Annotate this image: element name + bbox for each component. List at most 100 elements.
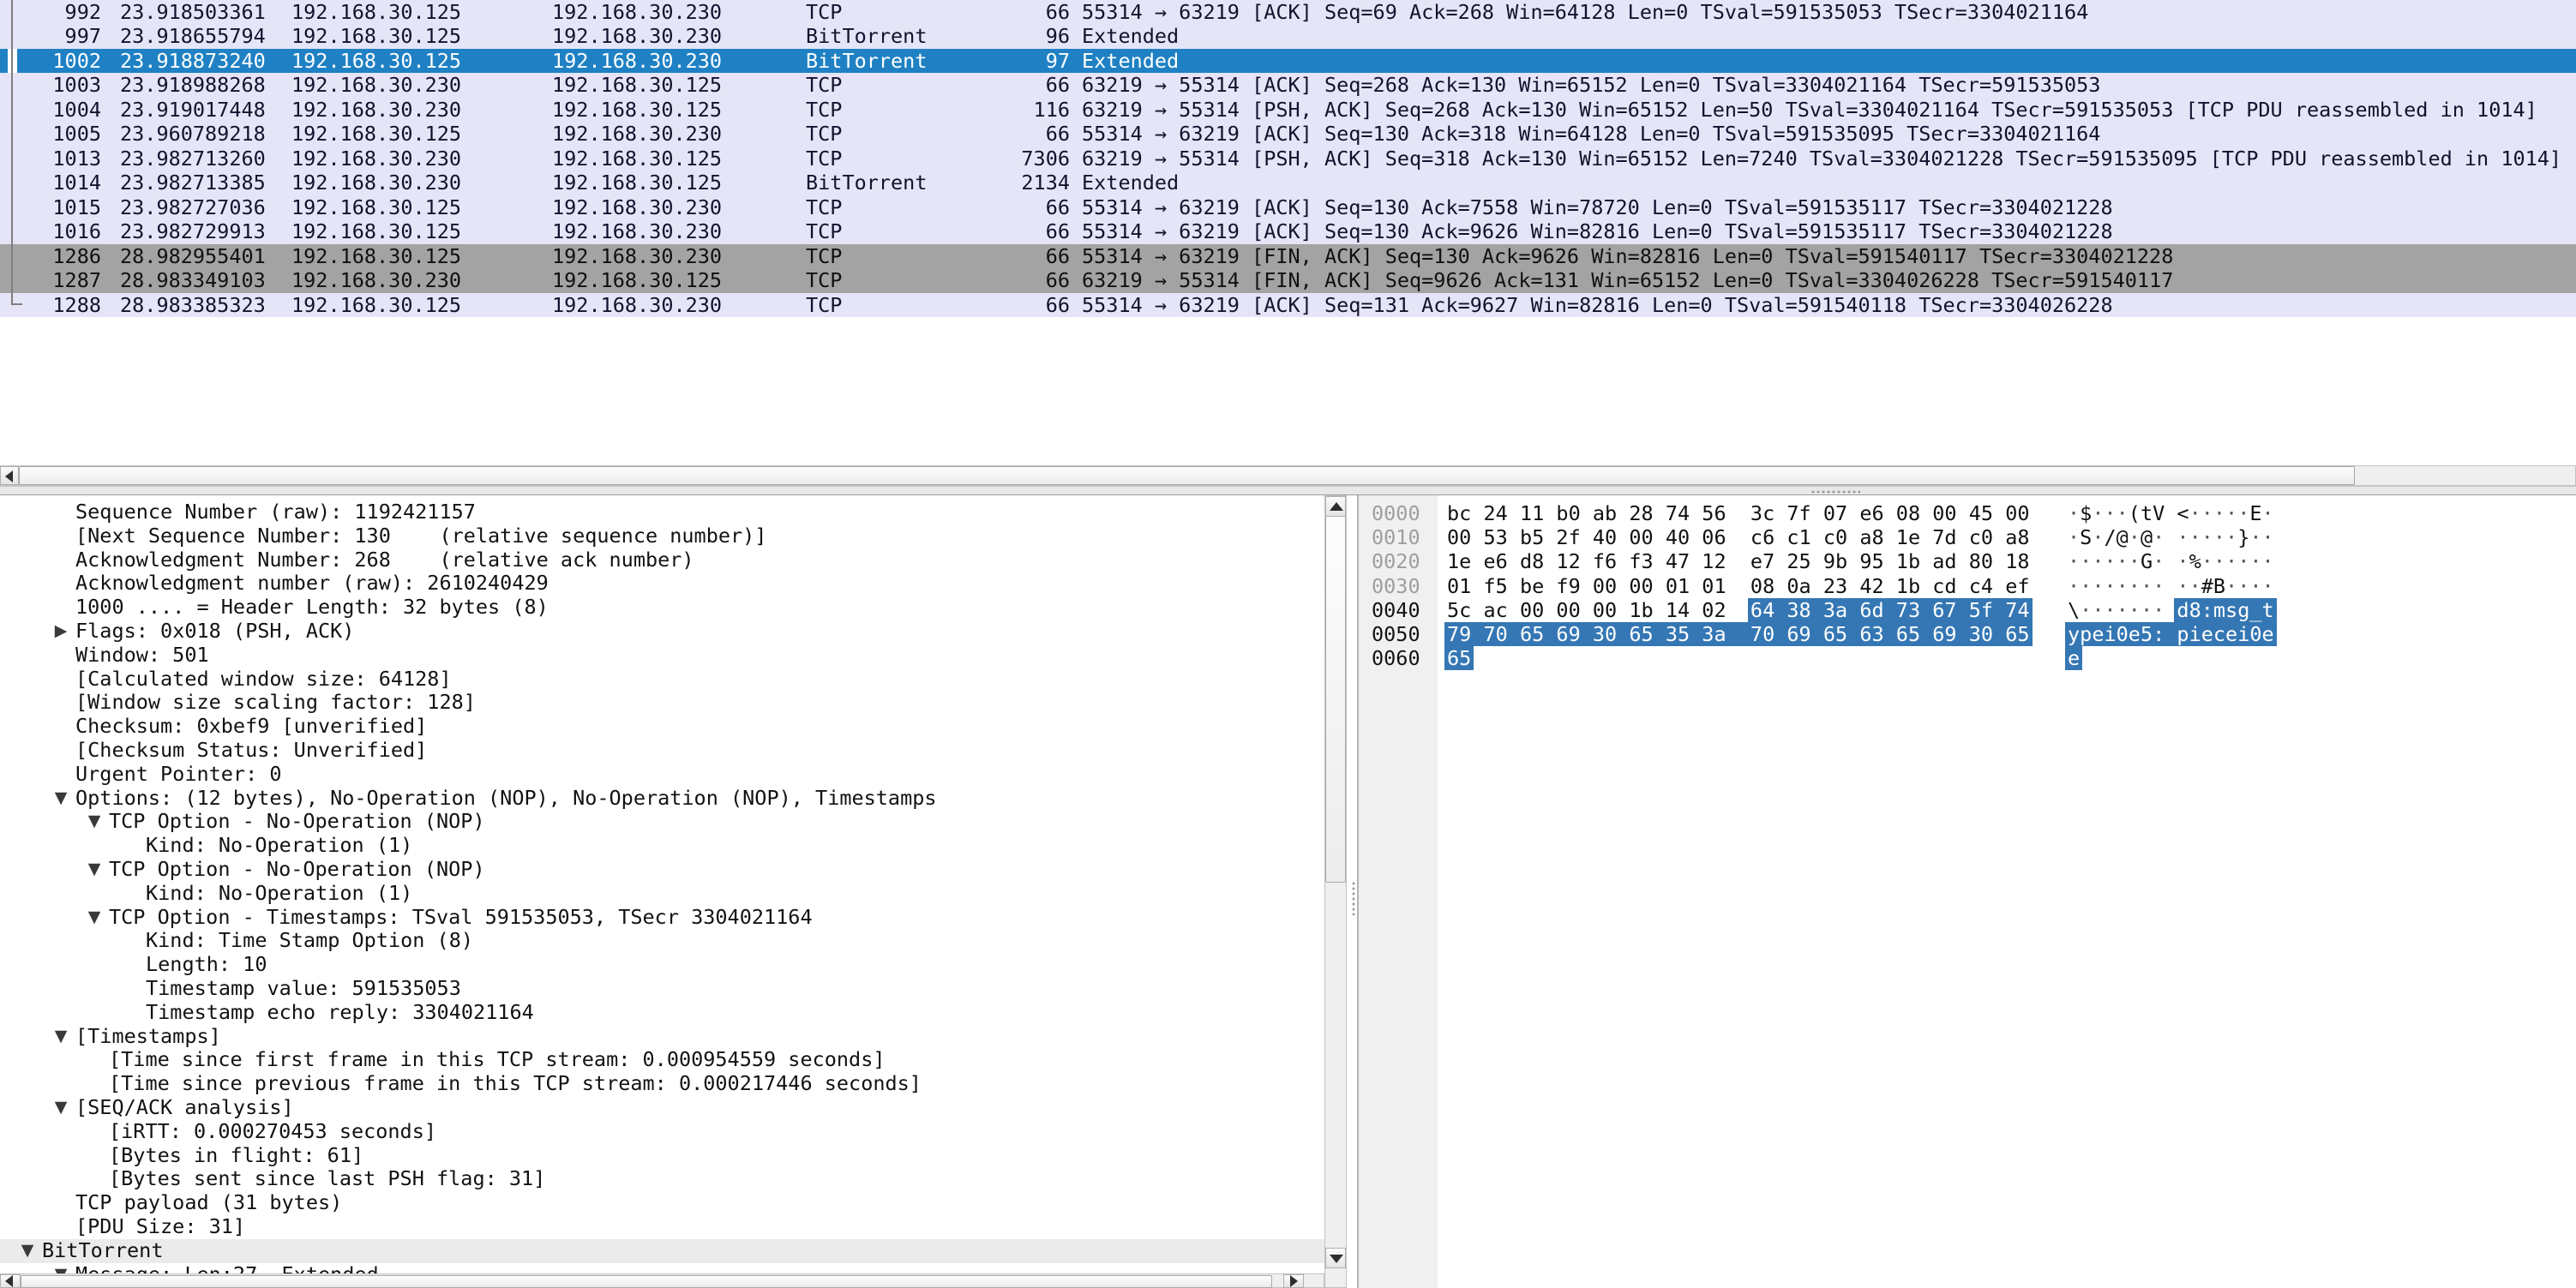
packet-row-1288[interactable]: 128828.983385323192.168.30.125192.168.30… — [0, 293, 2576, 317]
scroll-left-button[interactable] — [0, 1274, 21, 1288]
tree-line[interactable]: [iRTT: 0.000270453 seconds] — [0, 1120, 1324, 1144]
hex-byte-run[interactable]: 00 53 b5 2f 40 00 40 06 c6 c1 c0 a8 1e 7… — [1447, 525, 2030, 549]
hex-row-0030[interactable]: 003001 f5 be f9 00 00 01 01 08 0a 23 42 … — [1359, 574, 2576, 598]
tree-line[interactable]: ▼[SEQ/ACK analysis] — [0, 1096, 1324, 1120]
scroll-up-button[interactable] — [1325, 496, 1346, 517]
tree-line[interactable]: ▼Options: (12 bytes), No-Operation (NOP)… — [0, 787, 1324, 811]
hex-offset: 0050 — [1372, 622, 1420, 646]
packet-row-1013[interactable]: 101323.982713260192.168.30.230192.168.30… — [0, 147, 2576, 171]
ascii-run-selected[interactable]: ypei0e5: piecei0e — [2065, 622, 2277, 646]
col-source: 192.168.30.230 — [291, 147, 461, 171]
tree-line[interactable]: Kind: Time Stamp Option (8) — [0, 929, 1324, 953]
ascii-run-selected[interactable]: d8:msg_t — [2174, 598, 2276, 622]
scroll-down-button[interactable] — [1325, 1248, 1346, 1268]
hex-byte-run[interactable]: 01 f5 be f9 00 00 01 01 08 0a 23 42 1b c… — [1447, 574, 2030, 598]
ascii-run[interactable]: ·$···(tV <·····E· — [2068, 501, 2274, 525]
tree-line[interactable]: Kind: No-Operation (1) — [0, 882, 1324, 906]
pane-splitter-horizontal[interactable] — [0, 486, 2576, 495]
hex-row-0020[interactable]: 00201e e6 d8 12 f6 f3 47 12 e7 25 9b 95 … — [1359, 549, 2576, 573]
hex-byte-run[interactable]: 1e e6 d8 12 f6 f3 47 12 e7 25 9b 95 1b a… — [1447, 549, 2030, 573]
col-protocol: TCP — [806, 98, 842, 122]
tree-line[interactable]: Length: 10 — [0, 953, 1324, 977]
tree-line[interactable]: ▼TCP Option - No-Operation (NOP) — [0, 858, 1324, 882]
tree-line[interactable]: TCP payload (31 bytes) — [0, 1191, 1324, 1215]
packet-row-1003[interactable]: 100323.918988268192.168.30.230192.168.30… — [0, 73, 2576, 97]
col-time: 23.918503361 — [120, 0, 266, 24]
tree-line[interactable]: [Bytes sent since last PSH flag: 31] — [0, 1167, 1324, 1191]
wireshark-window: { "colors": { "row_base": "#e5e5f7", "ro… — [0, 0, 2576, 1288]
scrollbar-thumb[interactable] — [19, 466, 2355, 485]
col-info: 55314 → 63219 [ACK] Seq=131 Ack=9627 Win… — [1082, 293, 2113, 317]
packet-row-1286[interactable]: 128628.982955401192.168.30.125192.168.30… — [0, 244, 2576, 268]
tree-line[interactable]: ▼BitTorrent — [0, 1239, 1324, 1263]
tree-line[interactable]: [Bytes in flight: 61] — [0, 1144, 1324, 1168]
ascii-run-selected[interactable]: e — [2065, 646, 2082, 670]
expander-icon[interactable]: ▼ — [80, 810, 109, 834]
tree-line[interactable]: [Next Sequence Number: 130 (relative seq… — [0, 524, 1324, 548]
ascii-run[interactable]: ········ ··#B···· — [2068, 574, 2274, 598]
packet-row-992[interactable]: 99223.918503361192.168.30.125192.168.30.… — [0, 0, 2576, 24]
tree-line[interactable]: Sequence Number (raw): 1192421157 — [0, 500, 1324, 524]
packet-row-997[interactable]: 99723.918655794192.168.30.125192.168.30.… — [0, 24, 2576, 48]
expander-icon[interactable]: ▼ — [13, 1239, 42, 1263]
ascii-run[interactable]: \······· — [2068, 598, 2177, 622]
tree-line[interactable]: [Window size scaling factor: 128] — [0, 691, 1324, 715]
expander-icon[interactable]: ▼ — [46, 1096, 75, 1120]
packet-row-1016[interactable]: 101623.982729913192.168.30.125192.168.30… — [0, 219, 2576, 243]
col-source: 192.168.30.125 — [291, 244, 461, 268]
col-length: 66 — [960, 219, 1070, 243]
tree-line[interactable]: [Calculated window size: 64128] — [0, 668, 1324, 692]
col-source: 192.168.30.230 — [291, 171, 461, 195]
tree-line[interactable]: ▶Flags: 0x018 (PSH, ACK) — [0, 620, 1324, 644]
scrollbar-thumb[interactable] — [21, 1275, 1272, 1288]
scrollbar-thumb[interactable] — [1325, 516, 1346, 883]
expander-icon[interactable]: ▼ — [46, 787, 75, 811]
packet-row-1287[interactable]: 128728.983349103192.168.30.230192.168.30… — [0, 268, 2576, 292]
hex-row-0000[interactable]: 0000bc 24 11 b0 ab 28 74 56 3c 7f 07 e6 … — [1359, 501, 2576, 525]
tree-line[interactable]: [Time since first frame in this TCP stre… — [0, 1048, 1324, 1072]
tree-line[interactable]: Window: 501 — [0, 644, 1324, 668]
hex-row-0050[interactable]: 0050 79 70 65 69 30 65 35 3a 70 69 65 63 … — [1359, 622, 2576, 646]
hex-byte-run[interactable]: 5c ac 00 00 00 1b 14 02 — [1447, 598, 1750, 622]
col-source: 192.168.30.125 — [291, 122, 461, 146]
packet-row-1015[interactable]: 101523.982727036192.168.30.125192.168.30… — [0, 195, 2576, 219]
packet-row-1014[interactable]: 101423.982713385192.168.30.230192.168.30… — [0, 171, 2576, 195]
scroll-left-button[interactable] — [0, 466, 19, 485]
tree-line[interactable]: ▼TCP Option - Timestamps: TSval 59153505… — [0, 906, 1324, 930]
tree-line[interactable]: Timestamp echo reply: 3304021164 — [0, 1001, 1324, 1025]
hex-byte-run-selected[interactable]: 79 70 65 69 30 65 35 3a 70 69 65 63 65 6… — [1444, 622, 2033, 646]
details-h-scrollbar[interactable] — [0, 1273, 1324, 1288]
tree-line[interactable]: Urgent Pointer: 0 — [0, 763, 1324, 787]
hex-byte-run-selected[interactable]: 64 38 3a 6d 73 67 5f 74 — [1748, 598, 2033, 622]
tree-line[interactable]: ▼TCP Option - No-Operation (NOP) — [0, 810, 1324, 834]
packet-row-1004[interactable]: 100423.919017448192.168.30.230192.168.30… — [0, 98, 2576, 122]
tree-line[interactable]: 1000 .... = Header Length: 32 bytes (8) — [0, 596, 1324, 620]
tree-line[interactable]: Acknowledgment Number: 268 (relative ack… — [0, 548, 1324, 572]
tree-line[interactable]: Kind: No-Operation (1) — [0, 834, 1324, 858]
packet-row-1005[interactable]: 100523.960789218192.168.30.125192.168.30… — [0, 122, 2576, 146]
hex-row-0060[interactable]: 006065e — [1359, 646, 2576, 670]
packet-list-h-scrollbar[interactable] — [0, 465, 2576, 486]
tree-line[interactable]: Timestamp value: 591535053 — [0, 977, 1324, 1001]
tree-line[interactable]: Acknowledgment number (raw): 2610240429 — [0, 572, 1324, 596]
expander-icon[interactable]: ▼ — [46, 1025, 75, 1049]
tree-line[interactable]: ▼[Timestamps] — [0, 1025, 1324, 1049]
ascii-run[interactable]: ······G· ·%······ — [2068, 549, 2274, 573]
hex-byte-run[interactable]: bc 24 11 b0 ab 28 74 56 3c 7f 07 e6 08 0… — [1447, 501, 2030, 525]
hex-row-0010[interactable]: 001000 53 b5 2f 40 00 40 06 c6 c1 c0 a8 … — [1359, 525, 2576, 549]
ascii-run[interactable]: ·S·/@·@· ·····}·· — [2068, 525, 2274, 549]
scroll-right-button[interactable] — [1283, 1274, 1304, 1288]
details-v-scrollbar[interactable] — [1324, 495, 1347, 1288]
expander-icon[interactable]: ▶ — [46, 620, 75, 644]
packet-row-1002[interactable]: 100223.918873240192.168.30.125192.168.30… — [0, 49, 2576, 73]
hex-byte-run-selected[interactable]: 65 — [1444, 646, 1474, 670]
hex-row-0040[interactable]: 00405c ac 00 00 00 1b 14 02 64 38 3a 6d … — [1359, 598, 2576, 622]
tree-line[interactable]: [Time since previous frame in this TCP s… — [0, 1072, 1324, 1096]
tree-line[interactable]: [PDU Size: 31] — [0, 1215, 1324, 1239]
expander-icon[interactable]: ▼ — [80, 858, 109, 882]
tree-line-label: [Timestamps] — [75, 1025, 221, 1049]
pane-splitter-vertical[interactable] — [1351, 881, 1355, 915]
expander-icon[interactable]: ▼ — [80, 906, 109, 930]
tree-line[interactable]: Checksum: 0xbef9 [unverified] — [0, 715, 1324, 739]
tree-line[interactable]: [Checksum Status: Unverified] — [0, 739, 1324, 763]
